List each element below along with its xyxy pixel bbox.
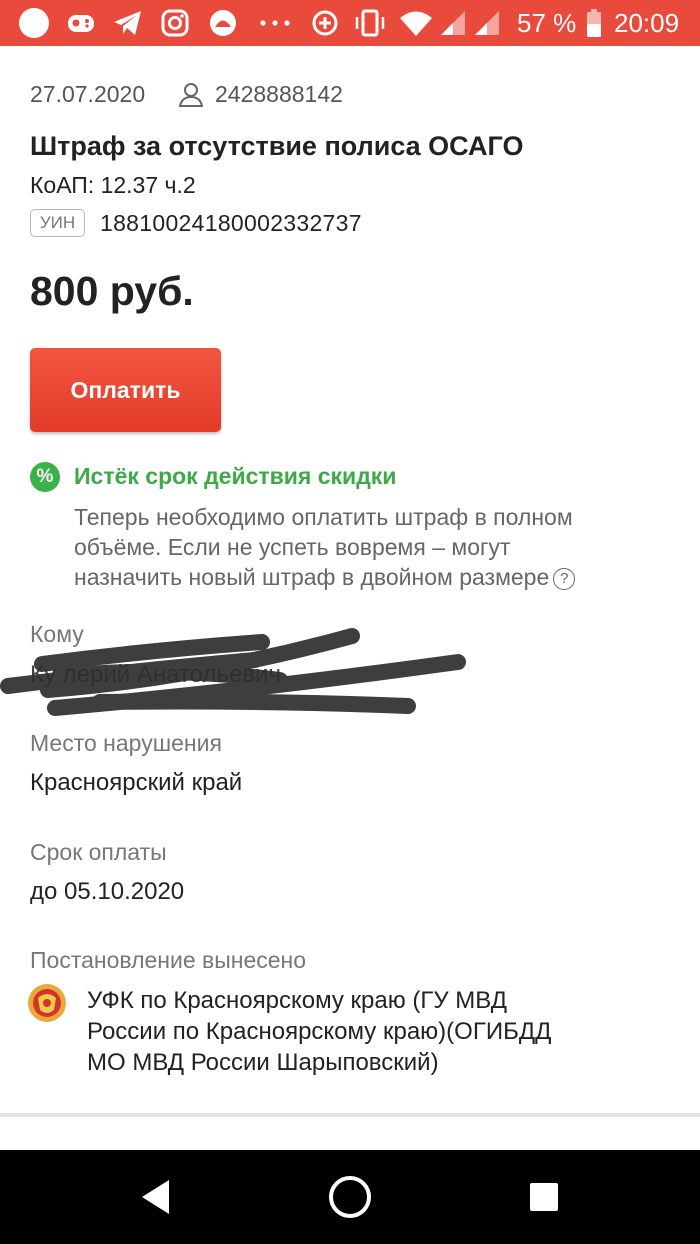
navigation-bar — [0, 1150, 700, 1244]
koap-article: КоАП: 12.37 ч.2 — [30, 172, 196, 198]
discount-description: Теперь необходимо оплатить штраф в полно… — [74, 502, 674, 592]
deadline-value: до 05.10.2020 — [30, 878, 185, 905]
uin-value: 18810024180002332737 — [100, 210, 362, 236]
issuer-line: МО МВД России Шарыповский) — [87, 1049, 439, 1076]
discount-line: Теперь необходимо оплатить штраф в полно… — [74, 504, 573, 530]
home-circle-icon — [329, 1176, 371, 1218]
home-button[interactable] — [310, 1150, 390, 1244]
discount-expired-title: Истёк срок действия скидки — [74, 463, 397, 489]
wifi-icon — [397, 0, 435, 46]
user-icon — [178, 83, 204, 107]
pay-button[interactable]: Оплатить — [30, 348, 221, 432]
instagram-icon — [158, 0, 192, 46]
signal-icon — [438, 0, 468, 46]
recents-square-icon — [530, 1183, 558, 1211]
back-button[interactable] — [116, 1150, 196, 1244]
crosshair-icon — [308, 0, 342, 46]
back-triangle-icon — [142, 1180, 169, 1214]
place-value: Красноярский край — [30, 769, 243, 796]
discount-line: назначить новый штраф в двойном размере? — [74, 562, 674, 592]
issuer-line: России по Красноярскому краю)(ОГИБДД — [87, 1018, 552, 1045]
issuer-label: Постановление вынесено — [30, 947, 307, 973]
fine-amount: 800 руб. — [30, 268, 194, 314]
status-bar: 57 % 20:09 — [0, 0, 700, 46]
telegram-icon — [110, 0, 146, 46]
place-label: Место нарушения — [30, 730, 222, 756]
battery-percent: 57 % — [517, 8, 577, 38]
police-emblem-icon — [28, 984, 66, 1022]
recents-button[interactable] — [504, 1150, 584, 1244]
user-id: 2428888142 — [215, 81, 343, 107]
vibrate-icon — [350, 0, 390, 46]
issuer-line: УФК по Красноярскому краю (ГУ МВД — [87, 987, 508, 1014]
game-icon — [64, 0, 98, 46]
app-icon — [206, 0, 240, 46]
deadline-label: Срок оплаты — [30, 839, 167, 865]
discount-line: объёме. Если не успеть вовремя – могут — [74, 534, 511, 560]
uin-badge: УИН — [30, 209, 85, 237]
signal-icon — [472, 0, 502, 46]
more-dots-icon — [255, 0, 295, 46]
redaction-scribble — [0, 628, 466, 716]
fine-title: Штраф за отсутствие полиса ОСАГО — [30, 131, 524, 161]
fine-date: 27.07.2020 — [30, 81, 146, 107]
section-divider — [0, 1113, 700, 1117]
percent-icon: % — [30, 462, 60, 492]
help-icon[interactable]: ? — [553, 568, 576, 590]
notification-dot-icon — [14, 0, 54, 46]
issuer-name: УФК по Красноярскому краю (ГУ МВД России… — [87, 985, 667, 1078]
clock: 20:09 — [614, 8, 680, 38]
battery-icon — [583, 0, 605, 46]
